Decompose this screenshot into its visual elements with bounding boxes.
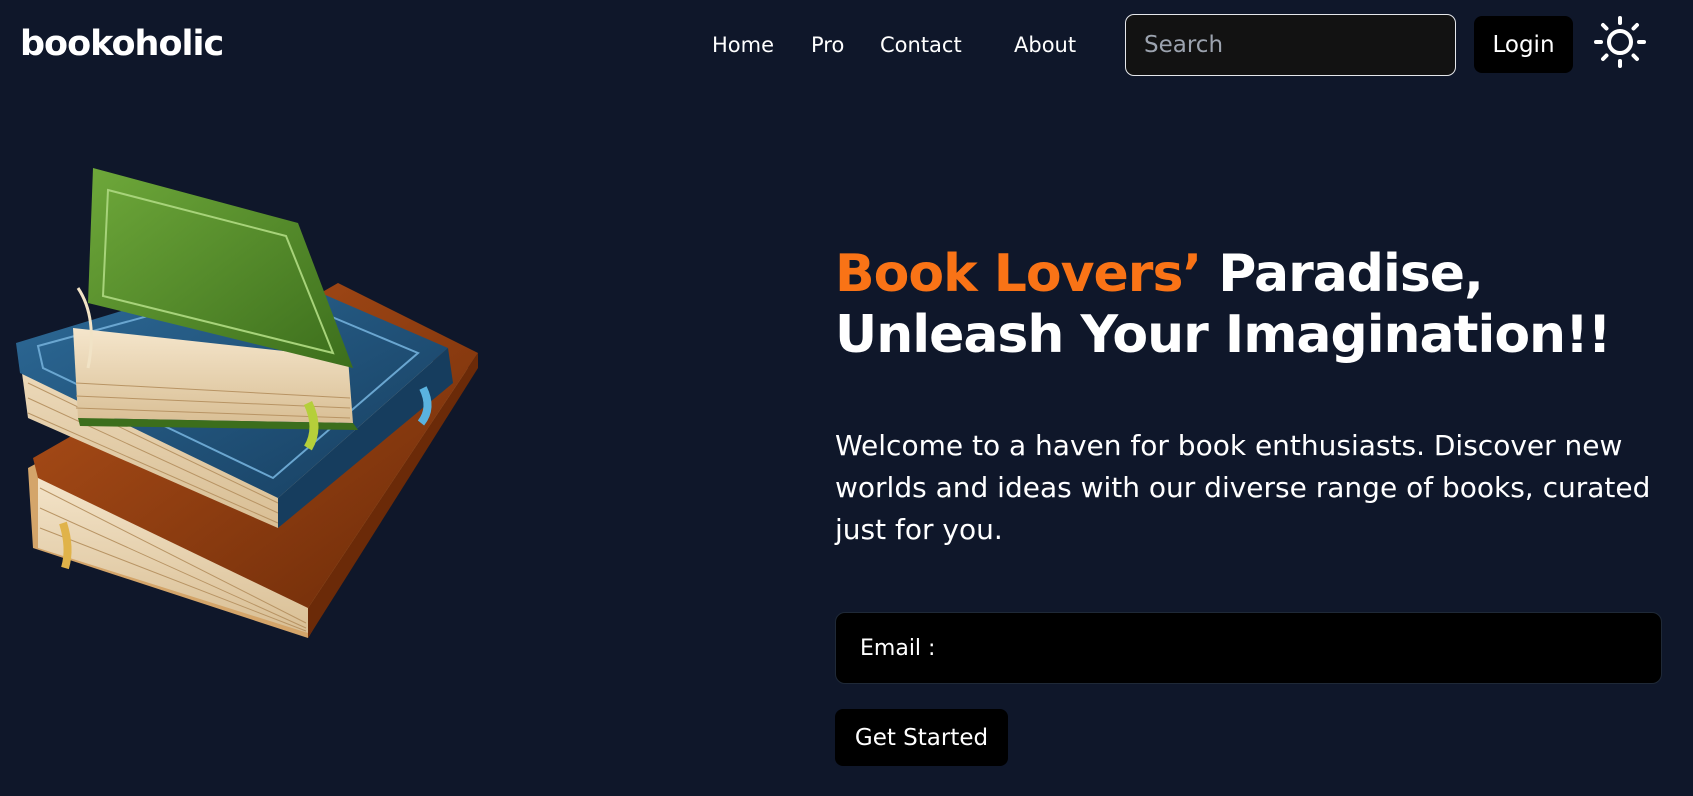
green-book [73,168,358,451]
nav-link-about[interactable]: About [1014,28,1076,62]
hero-description: Welcome to a haven for book enthusiasts.… [835,429,1651,546]
hero-heading-accent: Book Lovers’ [835,244,1202,304]
book-stack-illustration [16,168,478,638]
nav-link-pro[interactable]: Pro [811,28,844,62]
nav-link-home[interactable]: Home [712,28,774,62]
get-started-button[interactable]: Get Started [835,709,1008,766]
email-label: Email : [860,635,936,661]
hero-heading: Book Lovers’ Paradise, Unleash Your Imag… [835,244,1655,366]
sun-icon [1594,16,1646,68]
theme-toggle-button[interactable] [1594,16,1646,68]
nav-link-contact[interactable]: Contact [880,28,962,62]
search-input[interactable] [1125,14,1456,76]
email-input[interactable] [935,613,1661,683]
login-button[interactable]: Login [1474,16,1573,73]
email-field[interactable]: Email : [835,612,1662,684]
navbar: bookoholic Home Pro Contact About Login [0,0,1693,90]
